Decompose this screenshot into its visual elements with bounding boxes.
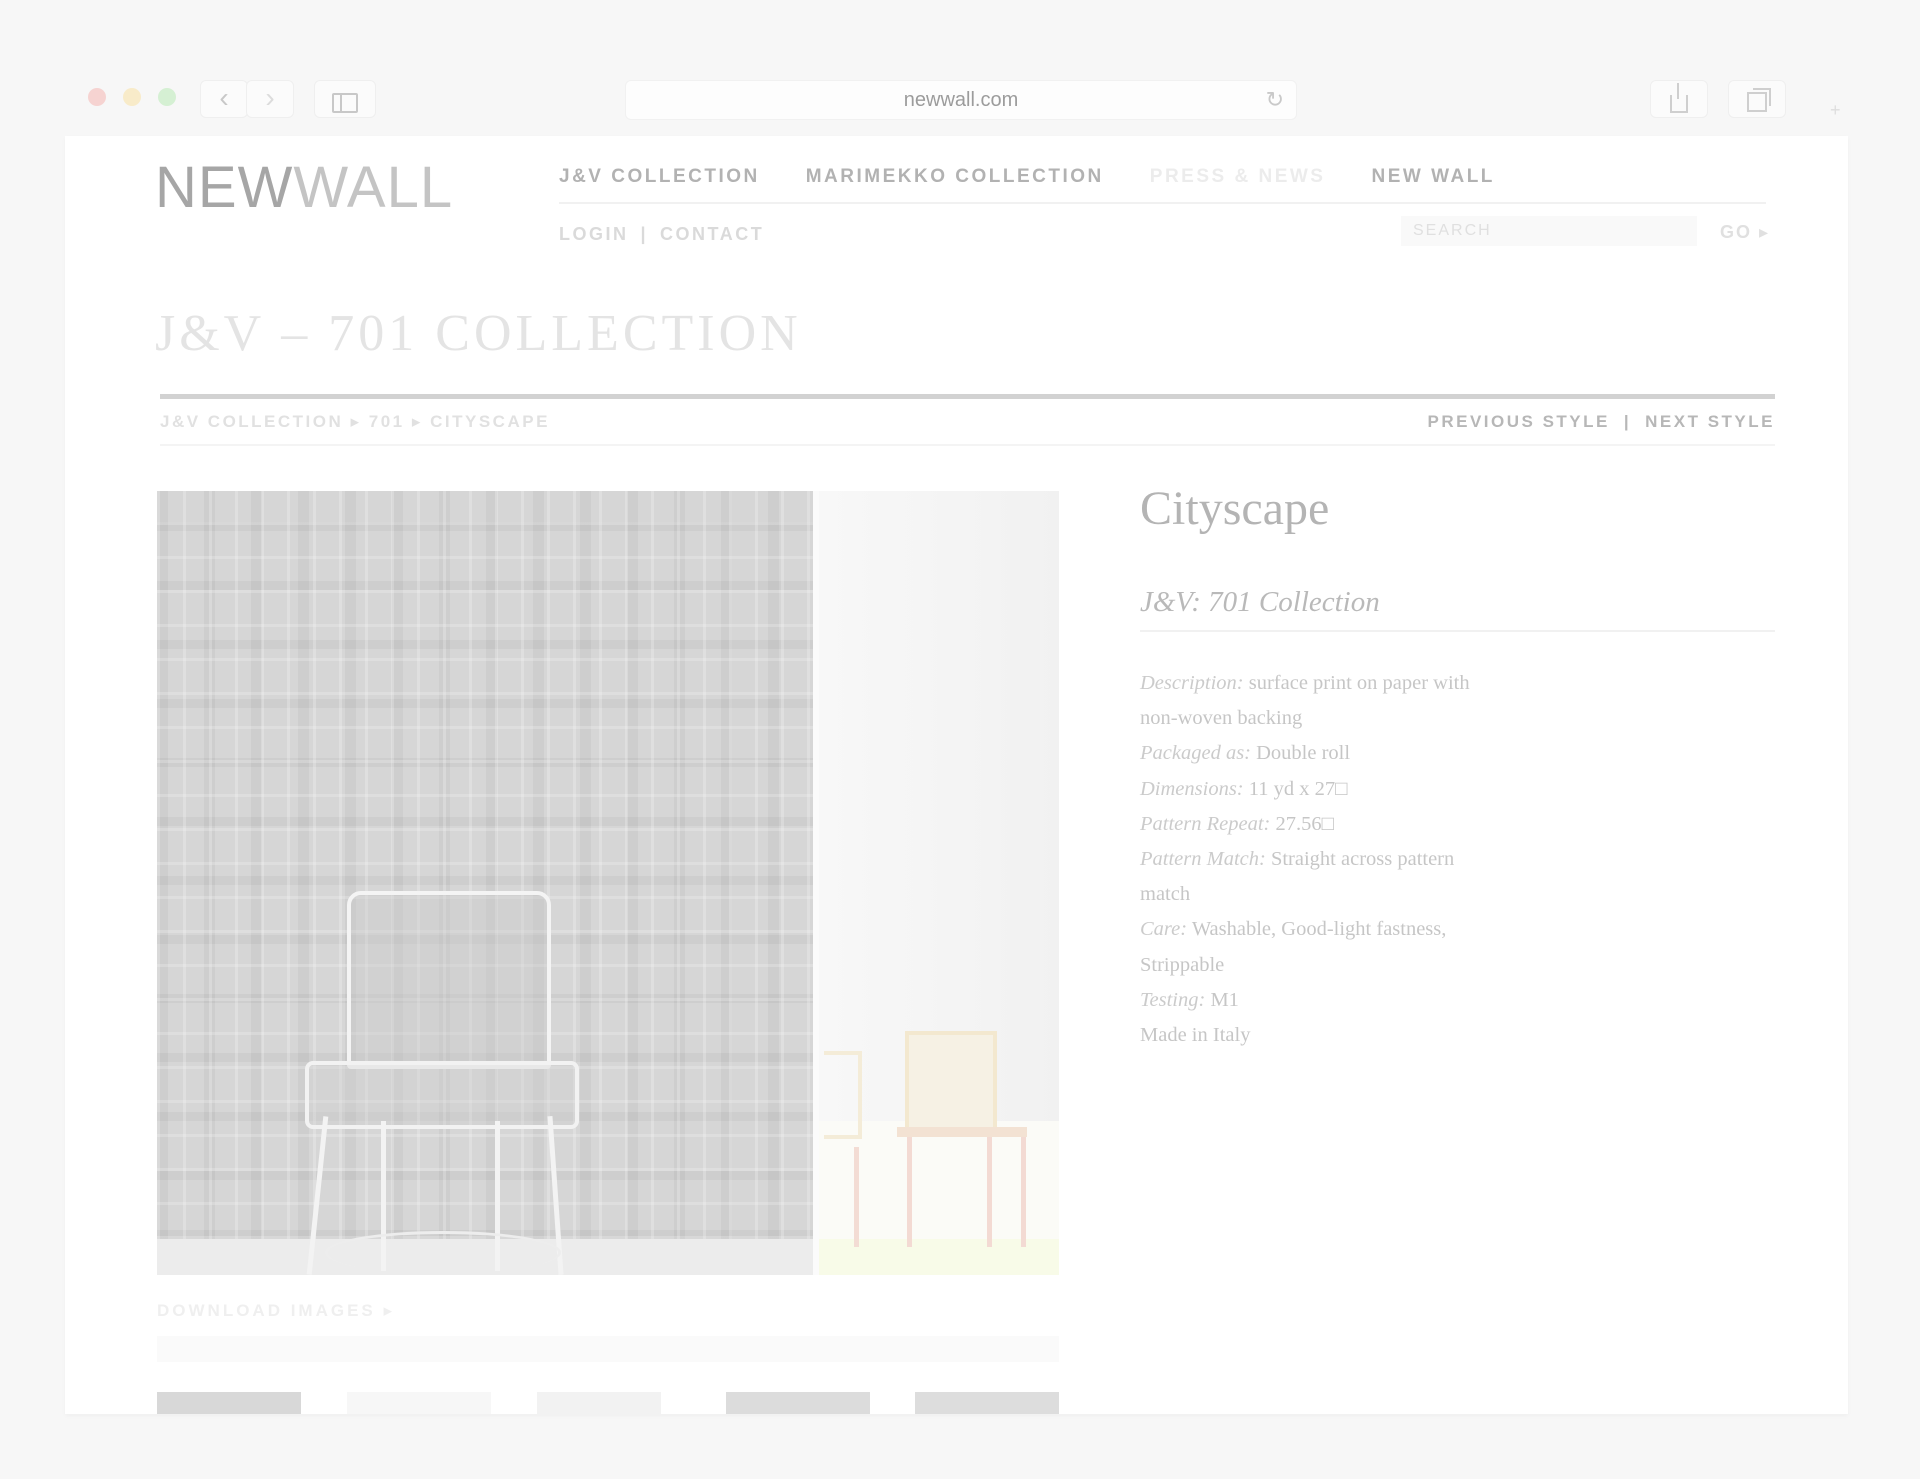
back-button[interactable]: ‹: [200, 80, 248, 118]
detail-care: Care: Washable, Good-light fastness, Str…: [1140, 918, 1447, 976]
detail-dimensions: Dimensions: 11 yd x 27□: [1140, 777, 1348, 800]
side-chair-partial: [824, 1051, 864, 1251]
main-nav: J&V COLLECTION MARIMEKKO COLLECTION PRES…: [559, 166, 1541, 188]
side-chair-illustration: [897, 1031, 1027, 1251]
thumbnail-strip: [157, 1392, 1059, 1414]
style-nav-separator: |: [1623, 412, 1632, 431]
chair-illustration: [285, 891, 585, 1275]
reload-icon[interactable]: ↻: [1266, 81, 1284, 119]
nav-divider: [559, 202, 1766, 204]
thumbnail[interactable]: [537, 1392, 661, 1414]
new-tab-icon[interactable]: +: [1830, 100, 1841, 121]
login-link[interactable]: LOGIN: [559, 224, 629, 244]
address-bar[interactable]: newwall.com ↻: [625, 80, 1297, 120]
web-page: NEWWALL J&V COLLECTION MARIMEKKO COLLECT…: [65, 136, 1848, 1414]
collection-divider: [1140, 630, 1775, 632]
collection-name: J&V: 701 Collection: [1140, 586, 1380, 618]
next-style-link[interactable]: NEXT STYLE: [1645, 412, 1775, 431]
thumbnail[interactable]: [157, 1392, 301, 1414]
nav-marimekko-collection[interactable]: MARIMEKKO COLLECTION: [806, 166, 1104, 188]
site-logo[interactable]: NEWWALL: [155, 154, 453, 221]
page-title: J&V – 701 COLLECTION: [155, 305, 802, 362]
sub-nav: LOGIN | CONTACT: [559, 224, 764, 245]
share-button[interactable]: [1650, 80, 1708, 118]
breadcrumb-divider: [160, 444, 1775, 446]
minimize-window-button[interactable]: [123, 88, 141, 106]
sidebar-toggle-button[interactable]: [314, 80, 376, 118]
download-divider: [157, 1336, 1059, 1362]
tabs-button[interactable]: [1728, 80, 1786, 118]
product-image[interactable]: [157, 491, 1059, 1275]
back-icon: ‹: [219, 82, 229, 113]
tabs-icon: [1747, 88, 1771, 112]
nav-press-news[interactable]: PRESS & NEWS: [1150, 166, 1326, 188]
title-divider: [160, 394, 1775, 399]
forward-button[interactable]: ›: [246, 80, 294, 118]
maximize-window-button[interactable]: [158, 88, 176, 106]
logo-part-wall: WALL: [293, 155, 454, 220]
breadcrumb[interactable]: J&V COLLECTION ▸ 701 ▸ CITYSCAPE: [160, 412, 550, 432]
logo-part-new: NEW: [155, 155, 294, 220]
forward-icon: ›: [265, 82, 275, 113]
thumbnail[interactable]: [726, 1392, 870, 1414]
share-icon: [1670, 83, 1688, 113]
sidebar-icon: [332, 93, 358, 113]
detail-packaging: Packaged as: Double roll: [1140, 742, 1351, 765]
sub-nav-separator: |: [640, 224, 649, 244]
detail-pattern-match: Pattern Match: Straight across pattern m…: [1140, 848, 1455, 906]
search-go-button[interactable]: GO ▸: [1720, 222, 1770, 243]
detail-testing: Testing: M1: [1140, 988, 1239, 1011]
nav-new-wall[interactable]: NEW WALL: [1371, 166, 1494, 188]
nav-jv-collection[interactable]: J&V COLLECTION: [559, 166, 760, 188]
close-window-button[interactable]: [88, 88, 106, 106]
product-name: Cityscape: [1140, 482, 1330, 535]
search-input[interactable]: [1401, 216, 1697, 246]
wall-edge: [813, 491, 819, 1275]
thumbnail[interactable]: [915, 1392, 1059, 1414]
detail-pattern-repeat: Pattern Repeat: 27.56□: [1140, 812, 1334, 835]
room-wall: [819, 491, 1059, 1121]
detail-description: Description: surface print on paper with…: [1140, 672, 1470, 730]
detail-origin: Made in Italy: [1140, 1024, 1251, 1047]
product-details: Description: surface print on paper with…: [1140, 666, 1470, 1053]
address-url: newwall.com: [903, 89, 1019, 111]
style-navigation: PREVIOUS STYLE | NEXT STYLE: [1428, 412, 1776, 432]
contact-link[interactable]: CONTACT: [660, 224, 764, 244]
download-images-link[interactable]: DOWNLOAD IMAGES ▸: [157, 1301, 395, 1321]
thumbnail[interactable]: [347, 1392, 491, 1414]
previous-style-link[interactable]: PREVIOUS STYLE: [1428, 412, 1610, 431]
